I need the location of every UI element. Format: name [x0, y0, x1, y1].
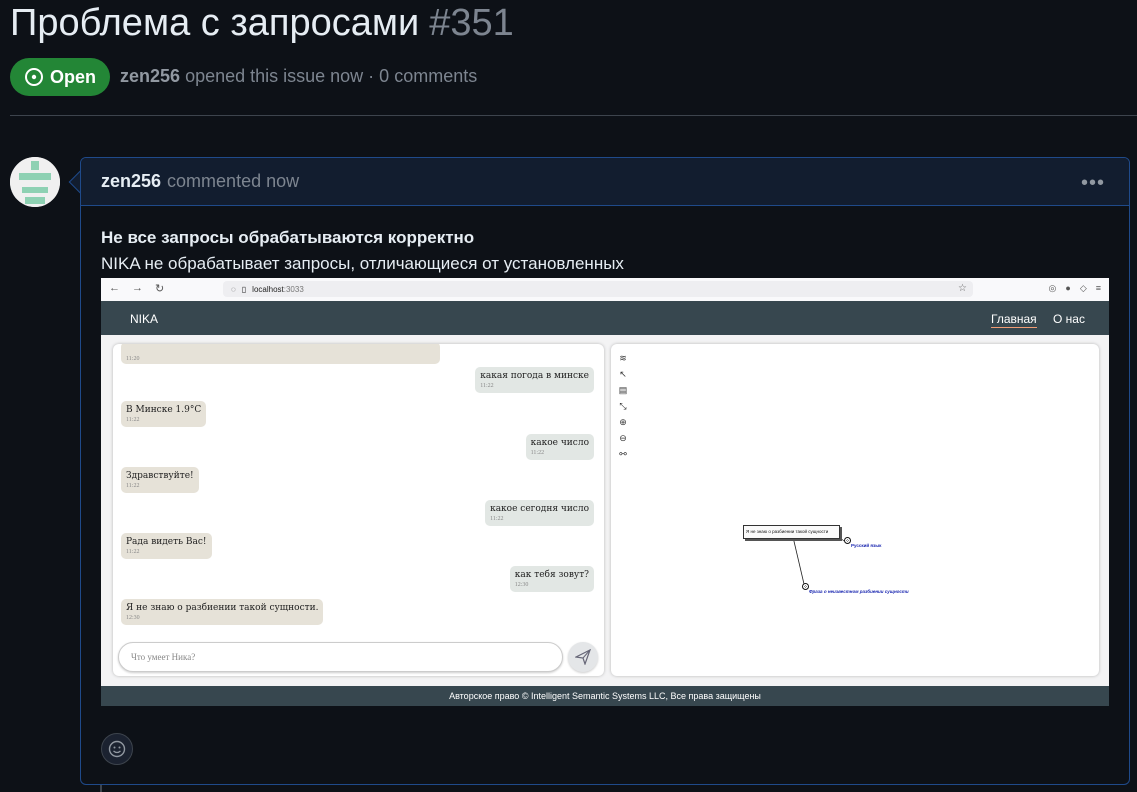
comment-header: zen256 commented now ••• [81, 158, 1129, 206]
menu-icon: ≡ [1095, 283, 1101, 293]
comment-action: commented now [167, 171, 300, 191]
issue-opened-text: opened this issue now · 0 comments [185, 66, 478, 86]
header-divider [10, 115, 1137, 116]
issue-title-text: Проблема с запросами [10, 2, 420, 44]
graph-node-language: Русский язык [851, 543, 882, 548]
issue-title: Проблема с запросами #351 [10, 2, 514, 45]
chat-message: какая погода в минске 11:22 [475, 367, 594, 393]
bookmark-star-icon: ☆ [958, 283, 967, 294]
chat-message: какое сегодня число 11:22 [485, 500, 594, 526]
chat-message: 11:20 [121, 344, 440, 364]
comment-heading: Не все запросы обрабатываются корректно [101, 228, 475, 247]
timeline-line [100, 785, 102, 792]
comment-card: zen256 commented now ••• Не все запросы … [80, 157, 1130, 785]
status-label: Open [49, 66, 96, 87]
smiley-icon [108, 740, 126, 758]
embedded-screenshot[interactable]: ← → ↻ ◌ ▯ localhost:3033 ☆ ◎ ● ◇ ≡ NIKA … [101, 278, 1109, 706]
graph-panel: ≋ ↖ ▤ ⤡ ⊕ ⊖ ⚯ Я не знаю о разбиении тако… [611, 344, 1099, 676]
add-reaction-button[interactable] [101, 733, 133, 765]
browser-nav: ← → ↻ [109, 282, 164, 295]
page-icon: ▯ [241, 284, 247, 294]
chat-panel: 11:20 какая погода в минске 11:22 В Минск… [113, 344, 604, 676]
extensions-icon: ◇ [1079, 283, 1087, 293]
forward-icon: → [132, 282, 143, 294]
issue-meta: zen256 opened this issue now · 0 comment… [120, 66, 477, 87]
chat-message: Здравствуйте! 11:22 [121, 467, 199, 493]
graph-node-phrase: Фраза о неизвестном разбиении сущности [809, 589, 909, 594]
app-brand: NIKA [130, 312, 159, 326]
globe-icon [844, 537, 851, 544]
globe-icon [802, 583, 809, 590]
nav-about: О нас [1053, 312, 1085, 326]
app-navbar: NIKA Главная О нас [101, 301, 1109, 335]
reload-icon: ↻ [155, 283, 165, 295]
chat-message: В Минске 1.9°C 11:22 [121, 401, 207, 427]
chat-message: какое число 11:22 [525, 434, 594, 460]
account-icon: ● [1065, 283, 1071, 293]
app-footer: Авторское право © Intelligent Semantic S… [101, 686, 1109, 706]
status-badge: Open [10, 58, 110, 96]
send-icon [575, 649, 591, 665]
graph-node-main: Я не знаю о разбиении такой сущности [743, 525, 840, 539]
back-icon: ← [109, 282, 120, 294]
identicon [10, 157, 60, 207]
chat-message: Я не знаю о разбиении такой сущности. 12:… [121, 599, 324, 625]
send-button [568, 642, 598, 672]
comment-menu-button[interactable]: ••• [1081, 172, 1105, 195]
nav-home: Главная [991, 312, 1037, 328]
browser-toolbar-icons: ◎ ● ◇ ≡ [1049, 283, 1101, 294]
url-text: localhost:3033 [252, 284, 304, 294]
issue-author-link[interactable]: zen256 [120, 66, 180, 86]
chat-message: Рада видеть Вас! 11:22 [121, 533, 212, 559]
avatar[interactable] [10, 157, 60, 207]
comment-text: NIKA не обрабатывает запросы, отличающие… [101, 254, 624, 273]
graph-edges [792, 536, 845, 585]
issue-number: #351 [429, 2, 514, 44]
comment-author-link[interactable]: zen256 [101, 171, 161, 192]
url-bar: ◌ ▯ localhost:3033 ☆ [223, 281, 973, 297]
pocket-icon: ◎ [1048, 283, 1057, 293]
chat-input: Что умеет Ника? [118, 642, 563, 672]
browser-toolbar: ← → ↻ ◌ ▯ localhost:3033 ☆ ◎ ● ◇ ≡ [101, 278, 1109, 301]
open-issue-icon [24, 68, 43, 86]
chat-message: как тебя зовут? 12:30 [509, 566, 594, 592]
shield-icon: ◌ [231, 284, 236, 294]
